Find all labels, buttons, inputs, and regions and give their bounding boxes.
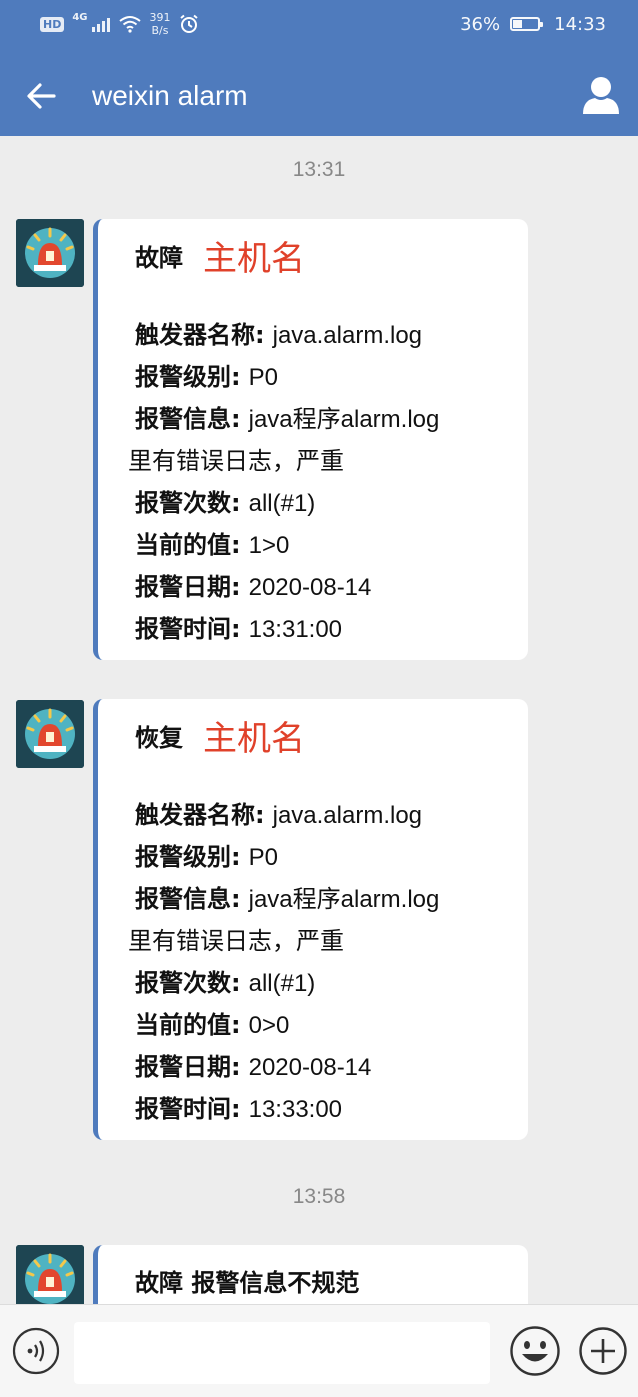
alarm-clock-icon [179,14,198,33]
arrow-left-icon[interactable] [22,76,62,116]
plus-icon[interactable] [578,1326,628,1376]
battery-percent: 36% [460,13,501,35]
page-title: weixin alarm [92,80,248,111]
field-row: 报警信息: java程序alarm.log [135,885,440,913]
field-row: 报警次数: all(#1) [135,969,316,997]
emoji-icon[interactable] [509,1325,561,1377]
wifi-icon [118,16,141,33]
clock: 14:33 [554,13,606,35]
battery-icon [510,17,544,31]
field-row: 报警日期: 2020-08-14 [135,1053,372,1081]
status-bar: HD 4G 391 B/s 36% 14:33 [0,0,638,48]
alarm-siren-icon [16,700,84,768]
network-speed: 391 B/s [150,11,171,37]
field-row: 报警信息: java程序alarm.log [135,405,440,433]
person-icon[interactable] [578,74,624,116]
field-row: 报警时间: 13:33:00 [135,1095,343,1123]
message-input[interactable] [74,1322,490,1384]
field-row: 当前的值: 1>0 [135,531,290,559]
alarm-siren-icon [16,1245,84,1313]
alarm-status: 恢复 [135,724,183,752]
field-row: 触发器名称: java.alarm.log [135,321,423,349]
speed-value: 391 [149,11,171,24]
field-row: 报警级别: P0 [135,363,278,391]
field-row: 报警时间: 13:31:00 [135,615,343,643]
recovery-message-card[interactable]: 恢复 主机名 触发器名称: java.alarm.log 报警级别: P0 报警信息… [93,699,528,1140]
field-row: 报警级别: P0 [135,843,278,871]
alarm-siren-icon [16,219,84,287]
avatar[interactable] [16,1245,84,1313]
timestamp: 13:58 [292,1185,346,1208]
app-bar: HD 4G 391 B/s 36% 14:33 weixin alarm [0,0,638,136]
field-row: 报警次数: all(#1) [135,489,316,517]
message-title: 故障 报警信息不规范 [135,1269,360,1297]
field-row: 触发器名称: java.alarm.log [135,801,423,829]
timestamp: 13:31 [292,158,346,181]
input-bar [0,1304,638,1397]
host-name: 主机名 [203,239,305,279]
field-continuation: 里有错误日志，严重 [128,447,344,475]
field-row: 当前的值: 0>0 [135,1011,290,1039]
host-name: 主机名 [203,719,305,759]
field-row: 报警日期: 2020-08-14 [135,573,372,601]
signal-icon [91,16,110,32]
avatar[interactable] [16,700,84,768]
alarm-status: 故障 [135,244,183,272]
speed-unit: B/s [151,24,169,37]
avatar[interactable] [16,219,84,287]
alarm-message-card[interactable]: 故障 主机名 触发器名称: java.alarm.log 报警级别: P0 报警信息… [93,219,528,660]
hd-badge: HD [40,16,65,32]
field-continuation: 里有错误日志，严重 [128,927,344,955]
network-type: 4G [72,12,88,23]
voice-icon[interactable] [12,1327,60,1375]
